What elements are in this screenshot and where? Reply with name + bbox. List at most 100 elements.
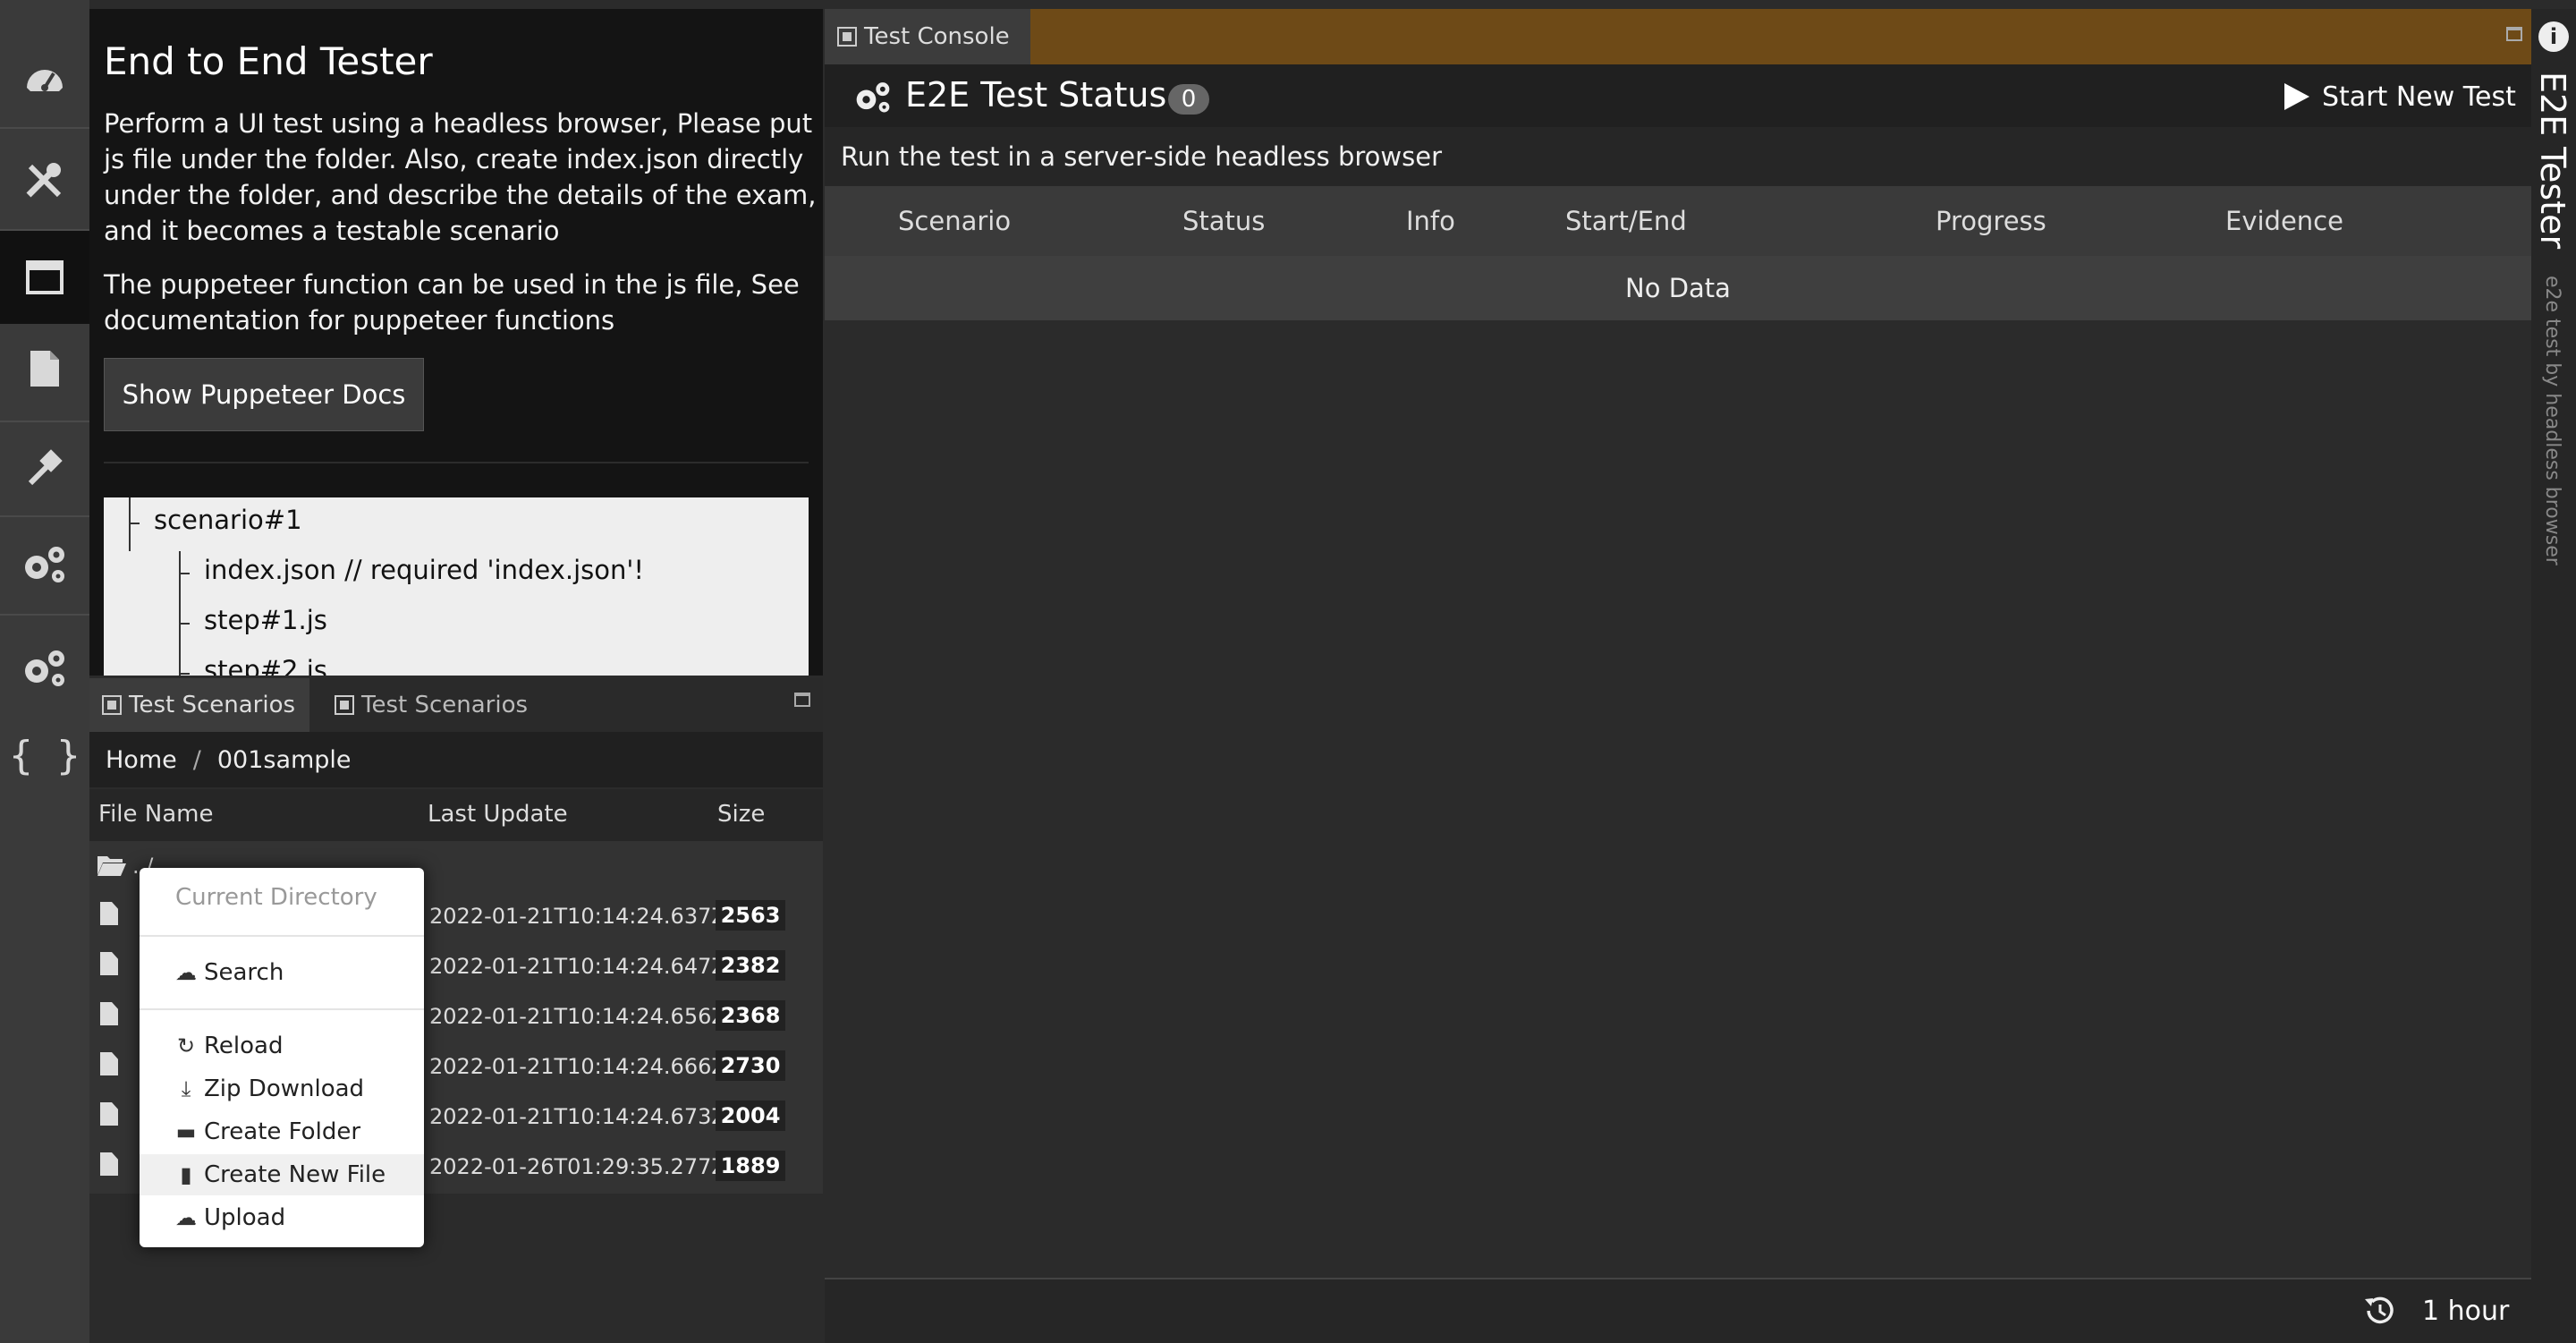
file-date: 2022-01-26T01:29:35.277Z: [429, 1154, 726, 1179]
file-date: 2022-01-21T10:14:24.673Z: [429, 1104, 726, 1129]
file-icon: [100, 902, 118, 925]
column-file-name[interactable]: File Name: [98, 801, 213, 828]
file-size-badge: 2004: [716, 1101, 785, 1131]
context-menu: Current Directory ☁ Search ↻ Reload ⤓ Zi…: [140, 868, 424, 1247]
file-icon: [100, 1152, 118, 1176]
file-size-badge: 2730: [716, 1050, 785, 1081]
context-menu-create-new-file[interactable]: ▮ Create New File: [140, 1154, 424, 1195]
sidebar-item-dashboard[interactable]: [0, 32, 89, 125]
file-icon: [100, 1052, 118, 1075]
column-scenario[interactable]: Scenario: [898, 206, 1011, 236]
file-date: 2022-01-21T10:14:24.637Z: [429, 904, 726, 929]
sidebar-item-window[interactable]: [0, 231, 89, 324]
file-icon: [100, 1002, 118, 1025]
file-icon: ▮: [180, 1162, 192, 1187]
breadcrumb-current[interactable]: 001sample: [217, 746, 352, 774]
test-count-badge: 0: [1168, 84, 1209, 115]
divider: [104, 462, 809, 463]
description-paragraph-2: The puppeteer function can be used in th…: [104, 269, 800, 336]
file-icon: [100, 1102, 118, 1126]
tree-item: index.json // required 'index.json'!: [204, 555, 644, 585]
folder-open-icon: [97, 856, 126, 876]
gears-icon: [25, 547, 64, 582]
play-icon: [2284, 83, 2309, 110]
no-data-message: No Data: [825, 256, 2531, 320]
panel-icon: [102, 695, 122, 715]
file-date: 2022-01-21T10:14:24.666Z: [429, 1054, 726, 1079]
page-title: End to End Tester: [104, 39, 433, 83]
sidebar-item-build[interactable]: [0, 422, 89, 515]
column-info[interactable]: Info: [1406, 206, 1455, 236]
file-icon: [100, 952, 118, 975]
column-status[interactable]: Status: [1182, 206, 1265, 236]
refresh-interval[interactable]: 1 hour: [2422, 1296, 2509, 1327]
sidebar-item-settings[interactable]: [0, 517, 89, 610]
history-icon[interactable]: [2361, 1294, 2397, 1328]
show-puppeteer-docs-button[interactable]: Show Puppeteer Docs: [104, 358, 424, 431]
column-last-update[interactable]: Last Update: [428, 801, 568, 828]
maximize-icon[interactable]: [794, 693, 810, 707]
file-size-badge: 2368: [716, 1000, 785, 1031]
context-menu-zip-download[interactable]: ⤓ Zip Download: [140, 1068, 424, 1109]
console-subtitle: Run the test in a server-side headless b…: [825, 127, 2531, 186]
file-size-badge: 1889: [716, 1151, 785, 1181]
window-icon: [26, 260, 64, 294]
right-info-strip: i E2E Tester e2e test by headless browse…: [2531, 9, 2576, 1343]
context-menu-create-folder[interactable]: ▬ Create Folder: [140, 1111, 424, 1152]
context-menu-header: Current Directory: [175, 884, 377, 911]
maximize-icon[interactable]: [2506, 27, 2522, 41]
file-table-header: File Name Last Update Size: [89, 789, 823, 841]
console-title: E2E Test Status: [905, 75, 1167, 115]
tab-test-scenarios-2[interactable]: Test Scenarios: [322, 678, 540, 732]
column-size[interactable]: Size: [717, 801, 765, 828]
start-new-test-button[interactable]: Start New Test: [2283, 79, 2516, 115]
gears-icon: [856, 82, 890, 113]
braces-icon: { }: [9, 732, 80, 778]
sidebar: { }: [0, 0, 89, 1343]
description-panel: End to End Tester Perform a UI test usin…: [89, 9, 823, 676]
console-footer: 1 hour: [825, 1278, 2531, 1343]
tree-item: step#2.js: [204, 655, 327, 676]
panel-icon: [335, 695, 354, 715]
column-evidence[interactable]: Evidence: [2225, 206, 2343, 236]
console-tabstrip: Test Console: [825, 9, 2531, 64]
sidebar-item-file[interactable]: [0, 322, 89, 415]
tree-item: scenario#1: [154, 505, 302, 535]
context-menu-reload[interactable]: ↻ Reload: [140, 1025, 424, 1067]
app-subtitle: e2e test by headless browser: [2541, 276, 2563, 565]
upload-icon: ☁: [175, 1205, 197, 1230]
info-icon[interactable]: i: [2538, 21, 2569, 52]
tree-item: step#1.js: [204, 605, 327, 635]
sidebar-item-config[interactable]: [0, 621, 89, 714]
app-title: E2E Tester: [2533, 72, 2572, 250]
tab-test-console[interactable]: Test Console: [825, 9, 1030, 64]
file-date: 2022-01-21T10:14:24.656Z: [429, 1004, 726, 1029]
context-menu-upload[interactable]: ☁ Upload: [140, 1197, 424, 1238]
gears-icon: [25, 650, 64, 686]
file-size-badge: 2563: [716, 900, 785, 931]
console-body: [825, 320, 2531, 1278]
sidebar-item-api[interactable]: { }: [0, 709, 89, 802]
file-date: 2022-01-21T10:14:24.647Z: [429, 954, 726, 979]
sidebar-item-tools[interactable]: [0, 134, 89, 227]
download-icon: ⤓: [181, 1076, 191, 1101]
dashboard-icon: [27, 70, 63, 91]
folder-icon: ▬: [175, 1119, 197, 1144]
folder-structure-example: scenario#1 index.json // required 'index…: [104, 497, 809, 676]
description-paragraph-1: Perform a UI test using a headless brows…: [104, 108, 817, 246]
context-menu-search[interactable]: ☁ Search: [140, 952, 424, 993]
breadcrumb-home[interactable]: Home: [106, 746, 177, 774]
breadcrumb: Home / 001sample: [89, 732, 823, 787]
upload-icon: ☁: [175, 960, 197, 985]
file-icon: [30, 351, 59, 387]
file-size-badge: 2382: [716, 950, 785, 981]
hammer-icon: [28, 449, 63, 486]
column-start-end[interactable]: Start/End: [1565, 206, 1687, 236]
tools-icon: [26, 163, 62, 198]
explorer-tabstrip: Test Scenarios Test Scenarios: [89, 678, 823, 732]
status-table-header: Scenario Status Info Start/End Progress …: [825, 186, 2531, 256]
tab-test-scenarios[interactable]: Test Scenarios: [89, 678, 309, 732]
console-header: E2E Test Status 0 Start New Test: [825, 64, 2531, 127]
panel-icon: [837, 27, 857, 47]
column-progress[interactable]: Progress: [1936, 206, 2046, 236]
